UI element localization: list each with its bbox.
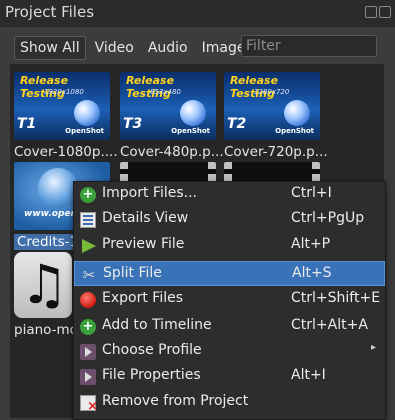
float-icon[interactable] — [365, 6, 377, 18]
menu-item-label: Choose Profile — [102, 342, 202, 358]
record-icon — [80, 292, 96, 308]
scissors-icon: ✂ — [82, 266, 96, 284]
menu-item-export-files[interactable]: Export Files Ctrl+Shift+E — [74, 287, 385, 312]
menu-item-split-file[interactable]: ✂ Split File Alt+S — [74, 261, 385, 286]
submenu-arrow-icon: ▸ — [371, 342, 377, 353]
context-menu: + Import Files... Ctrl+I Details View Ct… — [73, 181, 386, 420]
tab-video[interactable]: Video — [90, 36, 139, 60]
tab-show-all[interactable]: Show All — [14, 36, 86, 60]
thumbnail-badge: T3 — [123, 116, 143, 132]
menu-item-import-files[interactable]: + Import Files... Ctrl+I — [74, 182, 385, 207]
file-label: Cover-720p.p... — [224, 144, 328, 160]
title-bar: Project Files — [0, 0, 395, 26]
file-thumbnail: ♫ — [14, 252, 72, 318]
openshot-logo-icon — [74, 100, 100, 126]
openshot-logo-icon — [284, 100, 310, 126]
menu-item-shortcut: Ctrl+I — [291, 185, 332, 201]
file-label: Cover-480p.p... — [120, 144, 224, 160]
menu-item-details-view[interactable]: Details View Ctrl+PgUp — [74, 207, 385, 232]
details-icon — [80, 212, 96, 228]
filter-input[interactable] — [241, 35, 377, 57]
thumbnail-badge: T2 — [227, 116, 247, 132]
menu-item-label: Add to Timeline — [102, 317, 212, 333]
thumbnail-banner: Release Testing — [126, 74, 175, 100]
thumbnail-banner: Release Testing — [230, 74, 279, 100]
menu-item-label: Details View — [102, 210, 189, 226]
file-thumbnail: Release Testing 1280x720 T2 OpenShot — [224, 72, 320, 140]
menu-item-shortcut: Ctrl+PgUp — [291, 210, 365, 226]
openshot-logo-icon — [180, 100, 206, 126]
menu-item-shortcut: Alt+S — [292, 265, 332, 281]
menu-item-shortcut: Ctrl+Alt+A — [291, 317, 368, 333]
plus-icon: + — [80, 187, 96, 203]
menu-item-shortcut: Ctrl+Shift+E — [291, 290, 381, 306]
globe-icon — [38, 168, 78, 208]
thumbnail-badge: T1 — [17, 116, 37, 132]
plus-icon: + — [80, 319, 96, 335]
thumbnail-banner: Release Testing — [20, 74, 69, 100]
menu-item-label: Split File — [103, 265, 162, 281]
filter-tabs: Show All Video Audio Image — [14, 35, 250, 61]
thumbnail-resolution: 853x480 — [150, 88, 181, 96]
menu-item-choose-profile[interactable]: Choose Profile ▸ — [74, 339, 385, 364]
menu-item-label: Preview File — [102, 236, 185, 252]
file-thumbnail: Release Testing 1920x1080 T1 OpenShot — [14, 72, 110, 140]
menu-item-preview-file[interactable]: Preview File Alt+P — [74, 233, 385, 258]
menu-item-label: File Properties — [102, 367, 201, 383]
tab-audio[interactable]: Audio — [143, 36, 193, 60]
profile-icon — [80, 344, 96, 360]
thumbnail-brand: OpenShot — [171, 127, 210, 135]
file-item[interactable]: Release Testing 853x480 T3 OpenShot Cove… — [120, 72, 224, 160]
thumbnail-brand: OpenShot — [65, 127, 104, 135]
file-label: Credits-1 — [14, 234, 82, 250]
file-item[interactable]: Release Testing 1280x720 T2 OpenShot Cov… — [224, 72, 328, 160]
remove-icon — [80, 395, 98, 414]
thumbnail-resolution: 1920x1080 — [44, 88, 84, 96]
menu-item-label: Import Files... — [102, 185, 197, 201]
menu-item-label: Remove from Project — [102, 393, 249, 409]
properties-icon — [80, 369, 96, 385]
close-icon[interactable] — [379, 6, 391, 18]
menu-item-file-properties[interactable]: File Properties Alt+I — [74, 364, 385, 389]
menu-item-shortcut: Alt+I — [291, 367, 326, 383]
thumbnail-brand: OpenShot — [275, 127, 314, 135]
thumbnail-resolution: 1280x720 — [254, 88, 290, 96]
menu-item-label: Export Files — [102, 290, 183, 306]
window-title: Project Files — [5, 3, 95, 21]
menu-item-add-to-timeline[interactable]: + Add to Timeline Ctrl+Alt+A — [74, 314, 385, 339]
file-label: Cover-1080p.... — [14, 144, 118, 160]
music-note-icon: ♫ — [20, 253, 69, 316]
play-icon — [82, 239, 96, 253]
file-thumbnail: Release Testing 853x480 T3 OpenShot — [120, 72, 216, 140]
menu-item-remove-from-project[interactable]: Remove from Project — [74, 390, 385, 415]
file-item[interactable]: Release Testing 1920x1080 T1 OpenShot Co… — [14, 72, 118, 160]
menu-item-shortcut: Alt+P — [291, 236, 331, 252]
